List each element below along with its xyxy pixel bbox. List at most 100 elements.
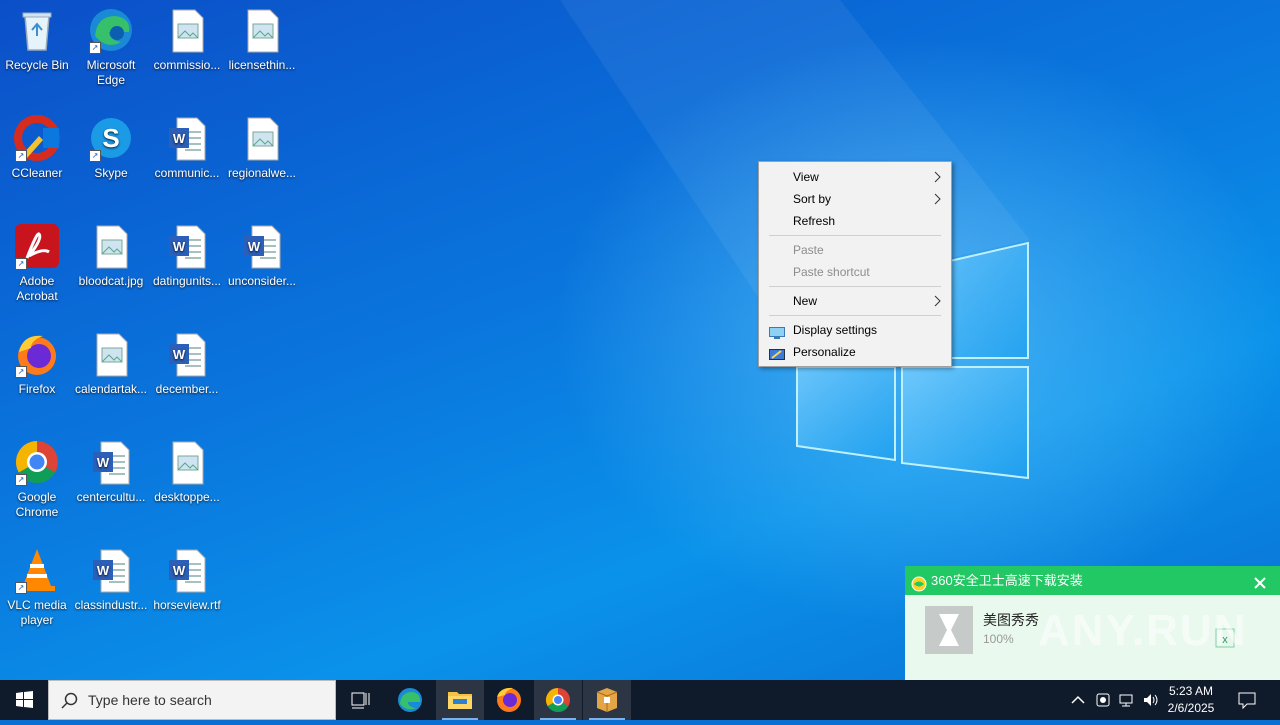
svg-text:W: W [173,239,186,254]
close-icon[interactable] [1252,572,1268,589]
menu-item-label: View [793,170,819,184]
task-view-icon [351,692,370,709]
menu-item-display-settings[interactable]: Display settings [760,319,950,341]
desktop-icon-firefox[interactable]: ↗ Firefox [0,330,74,397]
display-icon [769,324,785,339]
start-button[interactable] [0,680,48,720]
desktop-icon-ccleaner[interactable]: ↗ CCleaner [0,114,74,181]
desktop-icon-desktoppe[interactable]: desktoppe... [150,438,224,505]
desktop-icon-google-chrome[interactable]: ↗ Google Chrome [0,438,74,520]
desktop-icon-recycle-bin[interactable]: Recycle Bin [0,6,74,73]
image-file-icon [163,438,211,486]
desktop-icon-label: Skype [94,166,128,180]
taskbar-chrome[interactable] [534,680,582,720]
desktop-icon-datingunits[interactable]: W datingunits... [150,222,224,289]
menu-item-sort-by[interactable]: Sort by [760,188,950,210]
menu-item-new[interactable]: New [760,290,950,312]
image-file-icon [238,114,286,162]
desktop-icon-label: licensethin... [228,58,296,72]
desktop-icon-label: bloodcat.jpg [78,274,144,288]
menu-item-personalize[interactable]: Personalize [760,341,950,363]
word-file-icon: W [163,330,211,378]
desktop-icon-commissio[interactable]: commissio... [150,6,224,73]
watermark: ANY.RUN [1038,606,1248,655]
menu-item-paste-shortcut[interactable]: Paste shortcut [760,261,950,283]
action-center-icon[interactable] [1237,690,1257,710]
shortcut-arrow-icon: ↗ [15,150,27,162]
image-file-icon [87,330,135,378]
desktop-icon-licensethin[interactable]: licensethin... [225,6,299,73]
taskbar-clock[interactable]: 5:23 AM 2/6/2025 [1160,683,1222,717]
desktop-icon-label: centercultu... [76,490,146,504]
menu-separator [769,315,941,316]
desktop-icon-classindustr[interactable]: W classindustr... [74,546,148,613]
shortcut-arrow-icon: ↗ [15,582,27,594]
desktop-icon-bloodcat[interactable]: bloodcat.jpg [74,222,148,289]
desktop-icon-communic[interactable]: W communic... [150,114,224,181]
personalize-icon [769,346,785,360]
desktop-icon-calendartak[interactable]: calendartak... [74,330,148,397]
desktop-icon-label: communic... [154,166,220,180]
svg-text:W: W [97,563,110,578]
menu-item-label: Sort by [793,192,832,206]
menu-item-view[interactable]: View [760,166,950,188]
desktop-icon-label: CCleaner [11,166,63,180]
desktop-icon-centercultu[interactable]: W centercultu... [74,438,148,505]
menu-item-paste[interactable]: Paste [760,239,950,261]
menu-item-refresh[interactable]: Refresh [760,210,950,232]
desktop-icon-vlc[interactable]: ↗ VLC media player [0,546,74,628]
svg-text:W: W [173,131,186,146]
shortcut-arrow-icon: ↗ [15,258,27,270]
chevron-up-icon[interactable] [1068,690,1088,710]
word-file-icon: W [163,222,211,270]
tray-app-icon[interactable] [1093,690,1113,710]
notification-header: 360安全卫士高速下载安装 [905,566,1280,595]
desktop-icon-label: classindustr... [74,598,148,612]
taskbar-installer[interactable] [583,680,631,720]
desktop-icon-december[interactable]: W december... [150,330,224,397]
package-icon [596,688,618,712]
desktop-icon-label: horseview.rtf [153,598,221,612]
desktop-icon-regionalwe[interactable]: regionalwe... [225,114,299,181]
svg-text:W: W [173,563,186,578]
desktop-icon-label: Google Chrome [15,490,59,519]
ccleaner-icon: ↗ [13,114,61,162]
menu-item-label: Paste shortcut [793,265,870,279]
search-icon [61,692,79,715]
task-view-button[interactable] [336,680,384,720]
svg-text:W: W [173,347,186,362]
vlc-icon: ↗ [13,546,61,594]
menu-item-label: Display settings [793,323,878,337]
word-file-icon: W [238,222,286,270]
network-icon[interactable] [1117,690,1137,710]
360-logo-icon [911,573,927,602]
desktop-icon-edge[interactable]: ↗ Microsoft Edge [74,6,148,88]
desktop-icon-label: VLC media player [7,598,67,627]
shortcut-arrow-icon: ↗ [89,150,101,162]
desktop-icon-horseview[interactable]: W horseview.rtf [150,546,224,613]
volume-icon[interactable] [1141,690,1161,710]
folder-icon [448,692,472,709]
taskbar-edge[interactable] [386,680,434,720]
desktop-icon-label: Recycle Bin [5,58,69,72]
menu-separator [769,235,941,236]
firefox-icon: ↗ [13,330,61,378]
shortcut-arrow-icon: ↗ [15,474,27,486]
desktop-icon-label: unconsider... [227,274,297,288]
shortcut-arrow-icon: ↗ [89,42,101,54]
skype-icon: S ↗ [87,114,135,162]
taskbar-search-box[interactable]: Type here to search [48,680,336,720]
chrome-icon [545,688,570,713]
edge-icon [398,688,422,712]
desktop-icon-skype[interactable]: S ↗ Skype [74,114,148,181]
desktop-icon-label: Adobe Acrobat [16,274,58,303]
desktop-icon-unconsider[interactable]: W unconsider... [225,222,299,289]
image-file-icon [87,222,135,270]
taskbar-firefox[interactable] [485,680,533,720]
desktop-icon-adobe-acrobat[interactable]: ↗ Adobe Acrobat [0,222,74,304]
desktop-icon-label: Firefox [18,382,56,396]
notification-title: 360安全卫士高速下载安装 [931,573,1083,588]
taskbar-file-explorer[interactable] [436,680,484,720]
menu-separator [769,286,941,287]
recycle-bin-icon [13,6,61,54]
